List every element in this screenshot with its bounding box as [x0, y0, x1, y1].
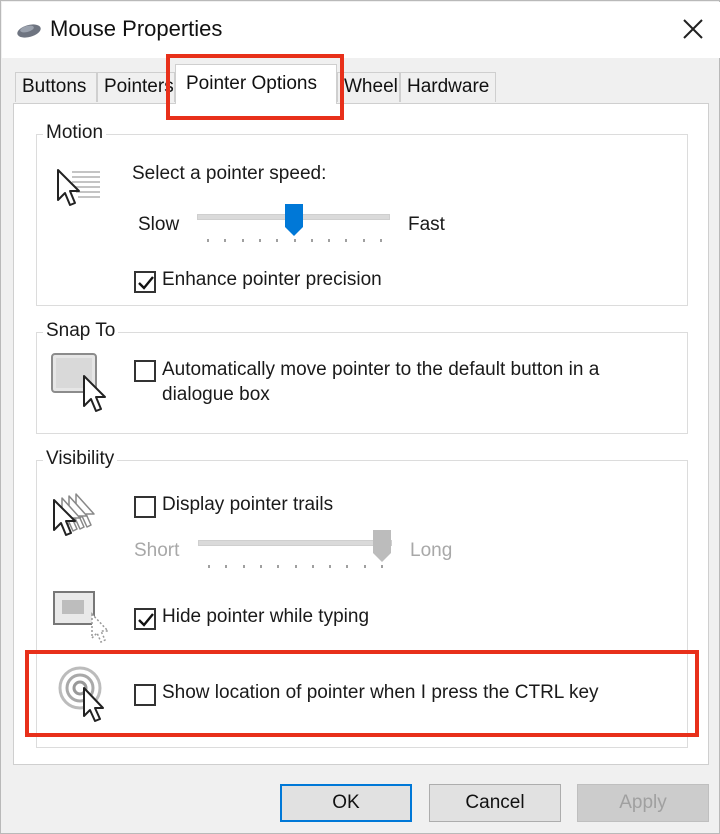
pointer-trails-ticks — [208, 565, 383, 569]
close-button[interactable] — [672, 10, 714, 48]
slider-tick — [243, 565, 245, 568]
slider-tick — [312, 565, 314, 568]
slider-tick — [207, 239, 209, 242]
slider-tick — [363, 239, 365, 242]
motion-group-label: Motion — [43, 122, 107, 144]
slider-tick — [311, 239, 313, 242]
slider-tick — [277, 565, 279, 568]
short-label: Short — [134, 540, 180, 561]
tab-hardware[interactable]: Hardware — [400, 72, 496, 102]
fast-label: Fast — [408, 214, 445, 235]
slider-tick — [276, 239, 278, 242]
pointer-trails-label: Display pointer trails — [162, 494, 334, 515]
hide-pointer-typing-checkbox[interactable] — [134, 608, 156, 630]
checkmark-icon — [138, 276, 154, 290]
slider-tick — [259, 239, 261, 242]
title-bar: Mouse Properties — [2, 2, 720, 58]
snap-to-default-checkbox[interactable] — [134, 360, 156, 382]
pointer-speed-icon — [54, 166, 104, 215]
pointer-speed-thumb[interactable] — [284, 203, 304, 242]
slider-tick — [380, 239, 382, 242]
enhance-precision-checkbox[interactable] — [134, 271, 156, 293]
slider-tick — [260, 565, 262, 568]
pointer-trails-icon — [50, 490, 114, 545]
ok-button[interactable]: OK — [280, 784, 412, 822]
slider-tick — [208, 565, 210, 568]
pointer-speed-label: Select a pointer speed: — [132, 163, 327, 184]
mouse-properties-dialog: Mouse Properties Buttons Pointers Pointe… — [0, 0, 720, 834]
visibility-group-label: Visibility — [43, 448, 118, 470]
highlight-pointer-options-tab — [166, 54, 344, 120]
mouse-icon — [16, 21, 42, 44]
long-label: Long — [410, 540, 453, 561]
slider-tick — [242, 239, 244, 242]
highlight-show-location — [25, 650, 699, 737]
checkmark-icon — [138, 613, 154, 627]
tab-strip: Buttons Pointers Pointer Options Wheel H… — [1, 58, 720, 104]
close-icon — [683, 19, 703, 39]
slow-label: Slow — [138, 214, 180, 235]
snap-to-default-icon — [50, 352, 112, 419]
tab-pointers[interactable]: Pointers — [97, 72, 175, 102]
snap-to-default-label: Automatically move pointer to the defaul… — [162, 359, 600, 405]
pointer-trails-thumb[interactable] — [372, 529, 392, 568]
hide-pointer-typing-icon — [52, 588, 110, 649]
snap-to-group-label: Snap To — [43, 320, 119, 342]
slider-tick — [364, 565, 366, 568]
apply-button[interactable]: Apply — [577, 784, 709, 822]
slider-tick — [295, 565, 297, 568]
pointer-trails-checkbox[interactable] — [134, 496, 156, 518]
pointer-trails-track[interactable] — [198, 540, 392, 546]
slider-tick — [328, 239, 330, 242]
tab-buttons[interactable]: Buttons — [15, 72, 97, 102]
slider-tick — [345, 239, 347, 242]
slider-tick — [225, 565, 227, 568]
tab-wheel[interactable]: Wheel — [337, 72, 400, 102]
hide-pointer-typing-label: Hide pointer while typing — [162, 606, 370, 627]
enhance-precision-label: Enhance pointer precision — [162, 269, 382, 290]
cancel-button[interactable]: Cancel — [429, 784, 561, 822]
slider-tick — [224, 239, 226, 242]
slider-tick — [329, 565, 331, 568]
slider-tick — [346, 565, 348, 568]
window-title: Mouse Properties — [50, 16, 223, 41]
